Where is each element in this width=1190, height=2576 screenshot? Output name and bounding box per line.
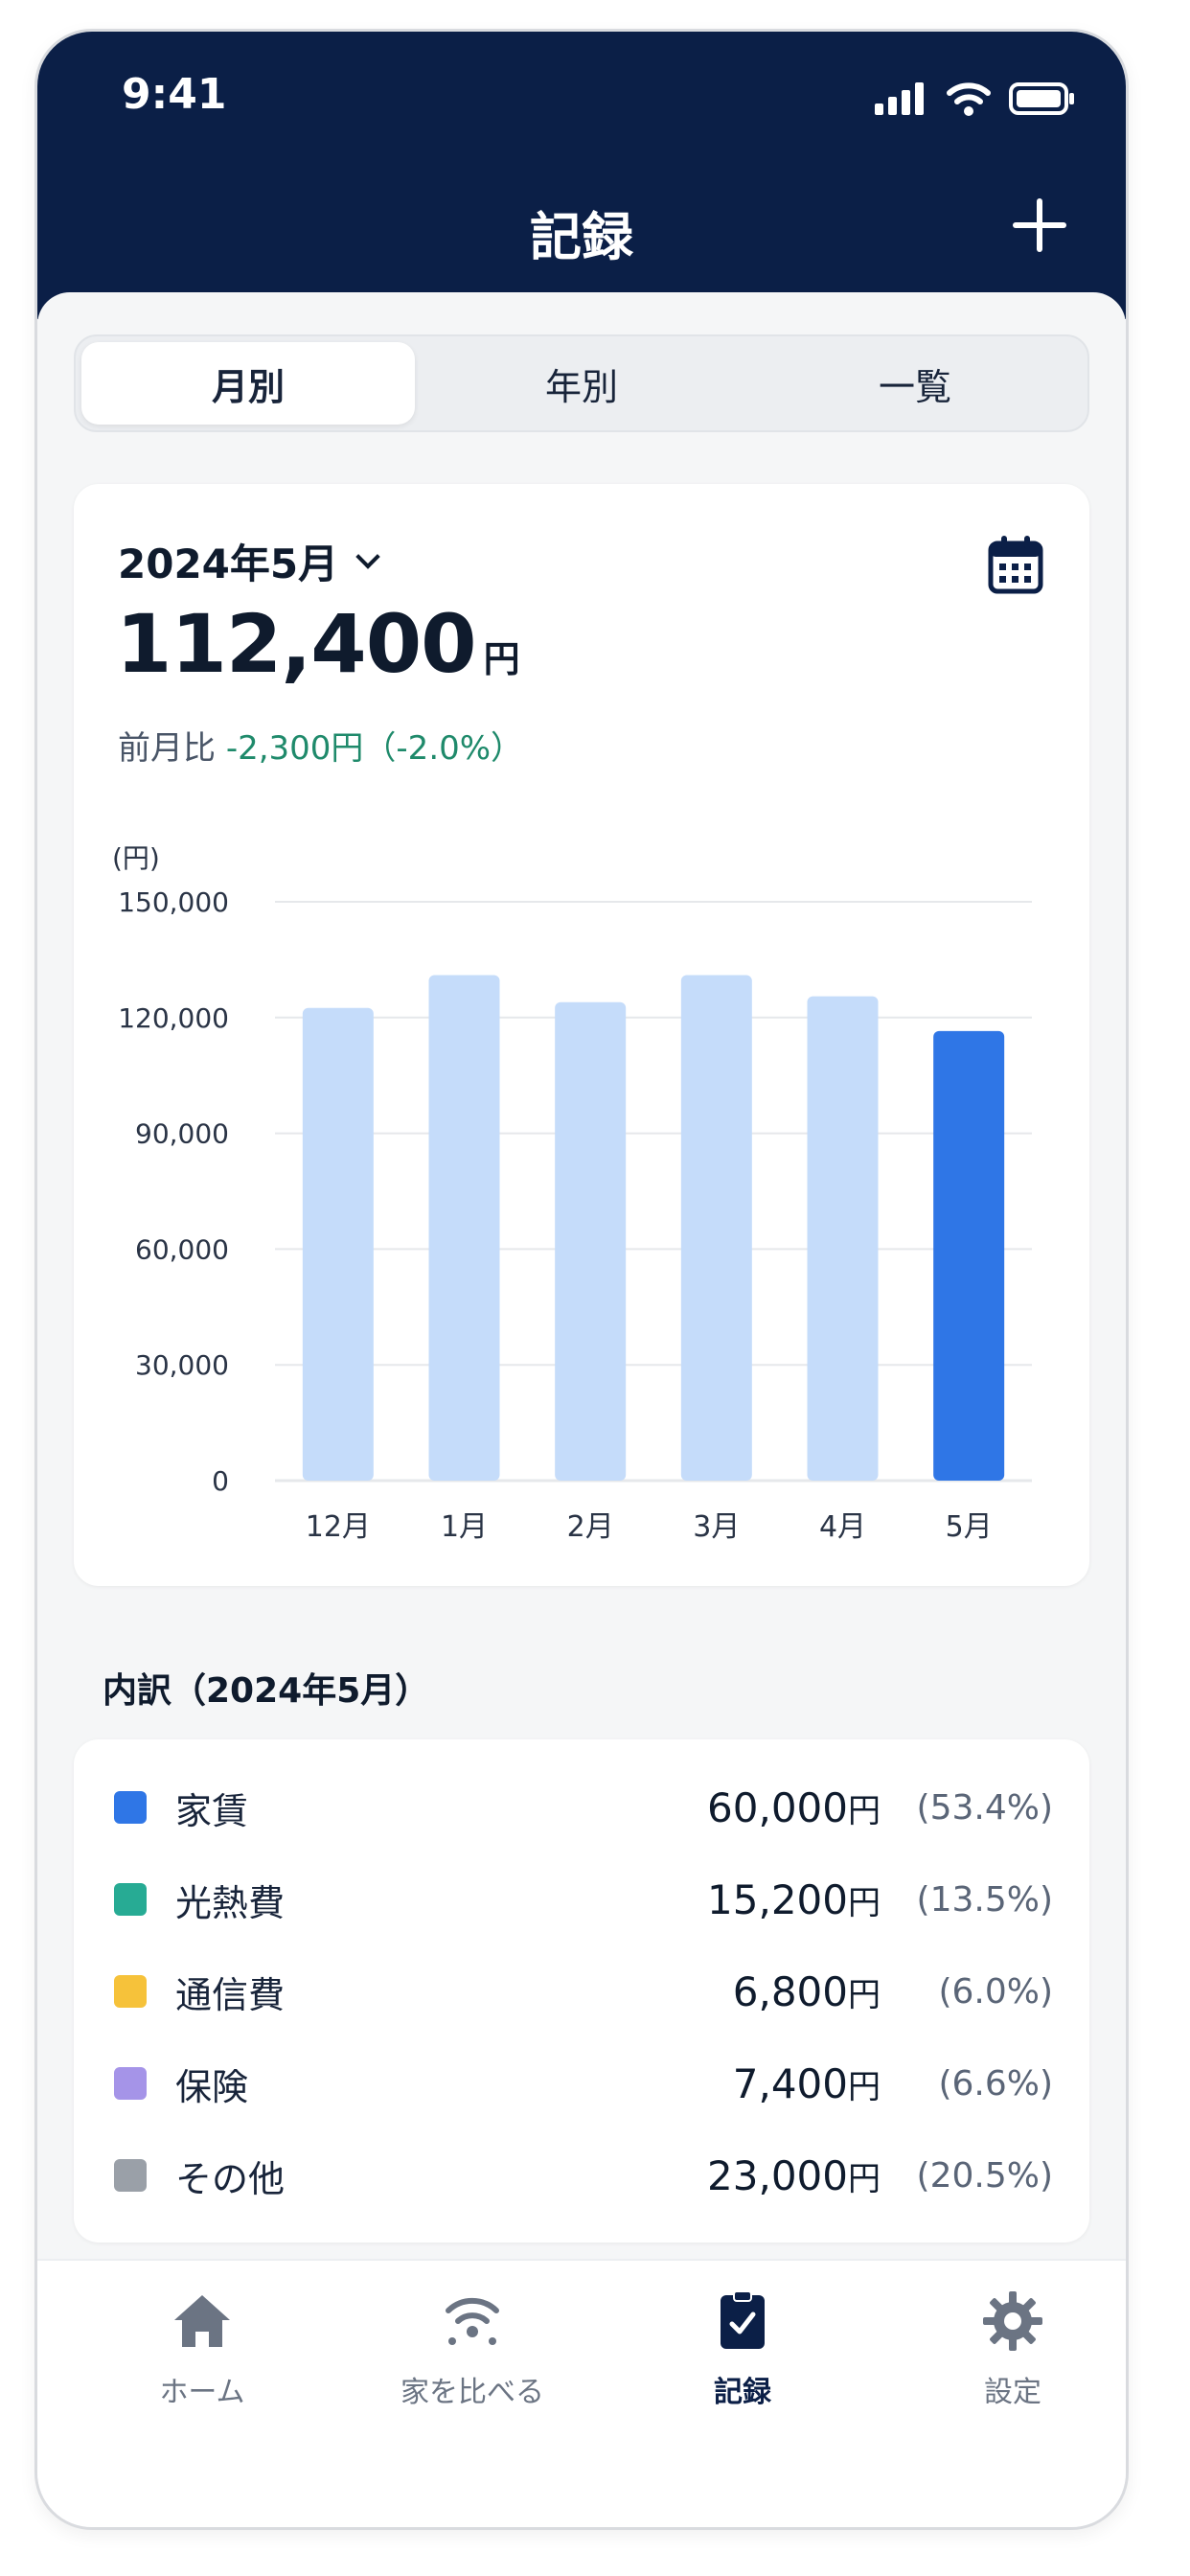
category-name: 保険: [175, 2065, 249, 2108]
category-percent: (6.0%): [938, 1971, 1053, 2012]
chart-bar: [807, 996, 879, 1481]
chart-bar: [933, 1030, 1005, 1481]
x-tick-label: 2月: [567, 1510, 614, 1544]
category-amount: 23,000円: [707, 2151, 881, 2199]
x-tick-label: 3月: [693, 1510, 740, 1544]
category-amount: 7,400円: [732, 2059, 881, 2107]
category-name: その他: [175, 2157, 286, 2200]
category-amount: 6,800円: [732, 1967, 881, 2015]
category-swatch: [114, 1791, 147, 1824]
chart-bar: [428, 975, 500, 1481]
gear-icon: [983, 2291, 1042, 2351]
period-tabs: 月別 年別 一覧: [74, 334, 1089, 432]
monthly-bar-chart: (円) 0 30,000 60,000 90,000 120,000 150,000 12月 1…: [112, 842, 1032, 1544]
status-icons: [875, 81, 1076, 116]
breakdown-row[interactable]: 家賃 60,000円 (53.4%): [114, 1774, 1053, 1841]
breakdown-row[interactable]: その他 23,000円 (20.5%): [114, 2142, 1053, 2209]
category-swatch: [114, 2159, 147, 2192]
breakdown-title: 内訳（2024年5月）: [103, 1671, 430, 1711]
breakdown-row[interactable]: 通信費 6,800円 (6.0%): [114, 1958, 1053, 2025]
chart-bar: [680, 975, 752, 1481]
y-axis-unit-label: (円): [112, 842, 160, 874]
category-swatch: [114, 1883, 147, 1916]
status-time: 9:41: [122, 70, 227, 119]
nav-label: ホーム: [159, 2376, 245, 2409]
x-tick-label: 1月: [441, 1510, 488, 1544]
chart-bar: [555, 1001, 627, 1481]
nav-compare[interactable]: 家を比べる: [338, 2289, 606, 2433]
category-percent: (13.5%): [916, 1879, 1053, 1920]
page-title: 記録: [530, 207, 633, 267]
nav-label: 設定: [984, 2376, 1041, 2409]
y-tick-label: 0: [212, 1465, 229, 1497]
phone-frame: 9:41 記録 月別 年別 一覧 2024年5月 112,400 円 前月比 -…: [34, 29, 1129, 2530]
app-header: 9:41 記録: [37, 32, 1126, 319]
tab-list[interactable]: 一覧: [748, 342, 1082, 425]
battery-icon: [1009, 82, 1074, 115]
y-tick-label: 30,000: [135, 1349, 229, 1381]
breakdown-row[interactable]: 保険 7,400円 (6.6%): [114, 2050, 1053, 2117]
category-name: 家賃: [175, 1789, 249, 1832]
compare-signal-icon: [446, 2297, 499, 2345]
nav-label: 記録: [714, 2376, 771, 2409]
x-tick-label: 4月: [819, 1510, 866, 1544]
nav-record[interactable]: 記録: [608, 2289, 877, 2433]
nav-home[interactable]: ホーム: [68, 2289, 336, 2433]
y-tick-label: 90,000: [135, 1118, 229, 1150]
y-tick-label: 120,000: [118, 1002, 229, 1034]
breakdown-row[interactable]: 光熱費 15,200円 (13.5%): [114, 1866, 1053, 1933]
wifi-icon: [947, 82, 991, 116]
tab-yearly[interactable]: 年別: [415, 342, 748, 425]
breakdown-card: 家賃 60,000円 (53.4%) 光熱費 15,200円 (13.5%) 通…: [74, 1739, 1089, 2242]
x-tick-label: 5月: [946, 1510, 993, 1544]
add-record-button[interactable]: [1009, 195, 1070, 256]
monthly-summary-card: 2024年5月 112,400 円 前月比 -2,300円（-2.0%） (円)…: [74, 484, 1089, 1586]
home-icon: [174, 2295, 230, 2347]
category-percent: (53.4%): [916, 1787, 1053, 1828]
category-percent: (6.6%): [938, 2063, 1053, 2104]
record-icon: [721, 2290, 765, 2349]
main-content: 月別 年別 一覧 2024年5月 112,400 円 前月比 -2,300円（-…: [37, 292, 1126, 2338]
category-amount: 15,200円: [707, 1875, 881, 1923]
category-name: 通信費: [175, 1973, 286, 2016]
nav-settings[interactable]: 設定: [879, 2289, 1126, 2433]
category-swatch: [114, 1975, 147, 2008]
category-amount: 60,000円: [707, 1783, 881, 1831]
category-percent: (20.5%): [916, 2155, 1053, 2196]
chart-bar: [302, 1007, 374, 1481]
y-tick-label: 60,000: [135, 1233, 229, 1265]
bottom-tab-bar: ホーム 家を比べる 記録 設定: [37, 2259, 1126, 2527]
x-tick-label: 12月: [306, 1510, 371, 1544]
tab-monthly[interactable]: 月別: [81, 342, 415, 425]
category-swatch: [114, 2067, 147, 2100]
nav-label: 家を比べる: [400, 2376, 544, 2409]
y-tick-label: 150,000: [118, 886, 229, 918]
category-name: 光熱費: [175, 1881, 286, 1924]
signal-icon: [875, 82, 924, 115]
